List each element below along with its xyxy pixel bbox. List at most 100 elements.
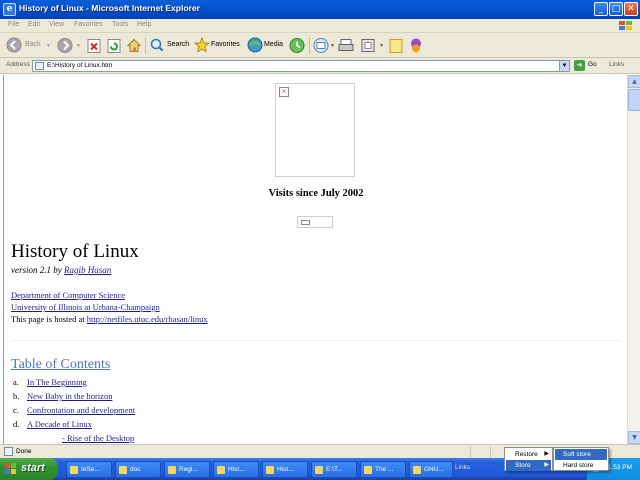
- print-button[interactable]: [338, 37, 354, 54]
- toc-heading[interactable]: Table of Contents: [11, 357, 110, 373]
- author-link[interactable]: Ragib Hasan: [64, 265, 111, 275]
- toc-marker: a.: [13, 377, 19, 387]
- version-text: version 2.1 by: [11, 265, 64, 275]
- search-button[interactable]: Search: [149, 37, 191, 54]
- scroll-up-icon[interactable]: ▲: [628, 75, 640, 88]
- back-button[interactable]: Back: [6, 37, 46, 54]
- forward-button[interactable]: [57, 37, 73, 54]
- taskbar-button[interactable]: The ...: [360, 461, 406, 478]
- toolbar: Back ▼ ▼ Search Favorites Media ▼ ▼: [0, 33, 640, 58]
- scroll-thumb[interactable]: [628, 89, 640, 111]
- horizontal-rule: [11, 340, 621, 341]
- hit-counter-image: [297, 216, 333, 228]
- ie-icon: [217, 466, 225, 474]
- back-arrow-icon: [6, 37, 22, 53]
- hosted-line: This page is hosted at http://netfiles.u…: [11, 314, 208, 324]
- go-button[interactable]: Go: [588, 61, 597, 68]
- start-label: start: [21, 462, 45, 474]
- taskbar-button[interactable]: Hist...: [262, 461, 308, 478]
- toc-link[interactable]: New Baby in the horizon: [27, 391, 112, 401]
- menu-item-soft-store[interactable]: Soft store: [555, 449, 607, 460]
- menu-help[interactable]: Help: [137, 21, 151, 28]
- univ-line: University of Illinois at Urbana-Champai…: [11, 302, 160, 312]
- toc-sub-link[interactable]: - Rise of the Desktop: [62, 433, 134, 443]
- toc-marker: c.: [13, 405, 19, 415]
- taskbar-button[interactable]: doc: [115, 461, 161, 478]
- submenu: Soft store Hard store: [553, 447, 609, 471]
- home-button[interactable]: [126, 37, 142, 54]
- favorites-button[interactable]: Favorites: [194, 37, 242, 54]
- page-done-icon: [4, 447, 13, 456]
- address-label: Address: [6, 61, 30, 68]
- menu-edit[interactable]: Edit: [28, 21, 40, 28]
- page-content: × Visits since July 2002 History of Linu…: [3, 75, 627, 444]
- toolbar-separator: [309, 37, 310, 54]
- context-menu: Restore ▶ Store ▶: [504, 447, 553, 471]
- toc-item: b. New Baby in the horizon: [13, 391, 112, 401]
- dept-link[interactable]: Department of Computer Science: [11, 290, 125, 300]
- menu-tools[interactable]: Tools: [112, 21, 128, 28]
- menu-file[interactable]: File: [8, 21, 19, 28]
- toc-item: d. A Decade of Linux: [13, 419, 92, 429]
- ie-icon: [364, 466, 372, 474]
- scroll-down-icon[interactable]: ▼: [628, 431, 640, 444]
- edit-button[interactable]: [361, 37, 375, 54]
- menu-view[interactable]: View: [49, 21, 64, 28]
- toc-marker: d.: [13, 419, 20, 429]
- task-icon: [70, 466, 78, 474]
- broken-image: ×: [275, 83, 355, 177]
- windows-flag-icon: [5, 463, 16, 474]
- hosted-url-link[interactable]: http://netfiles.uiuc.edu/rhasan/linux: [87, 314, 208, 324]
- title-bar: e History of Linux - Microsoft Internet …: [0, 0, 640, 19]
- folder-icon: [119, 466, 127, 474]
- menu-item-hard-store[interactable]: Hard store: [555, 460, 607, 471]
- maximize-button[interactable]: □: [609, 2, 623, 16]
- address-dropdown-icon[interactable]: ▼: [559, 61, 569, 71]
- ie-icon: [266, 466, 274, 474]
- discuss-button[interactable]: [389, 37, 403, 54]
- submenu-arrow-icon: ▶: [544, 462, 549, 468]
- visits-heading: Visits since July 2002: [268, 188, 364, 199]
- toc-subitem: - Rise of the Desktop: [62, 433, 134, 443]
- toc-link[interactable]: A Decade of Linux: [27, 419, 92, 429]
- page-icon: [35, 62, 44, 70]
- task-icon: [168, 466, 176, 474]
- taskbar-button[interactable]: Hist...: [213, 461, 259, 478]
- toc-link[interactable]: Confrontation and development: [27, 405, 135, 415]
- clock[interactable]: 1:53 PM: [608, 464, 632, 471]
- taskbar-button[interactable]: Regi...: [164, 461, 210, 478]
- taskbar-button[interactable]: GNU...: [409, 461, 453, 478]
- broken-image-icon: [301, 220, 310, 225]
- toc-link[interactable]: In The Beginning: [27, 377, 87, 387]
- status-text: Done: [16, 448, 32, 455]
- page-title: History of Linux: [11, 241, 139, 262]
- address-bar: Address E:\History of Linux.htm ▼ ➜ Go L…: [0, 58, 640, 74]
- taskbar-button[interactable]: IeSe...: [66, 461, 112, 478]
- mail-button[interactable]: [313, 37, 329, 54]
- refresh-button[interactable]: [107, 37, 121, 54]
- start-button[interactable]: start: [0, 458, 58, 480]
- taskbar-button[interactable]: E:\T...: [311, 461, 357, 478]
- menu-item-store[interactable]: Store ▶: [506, 460, 551, 471]
- address-input[interactable]: E:\History of Linux.htm ▼: [32, 60, 570, 72]
- toc-marker: b.: [13, 391, 20, 401]
- search-icon: [150, 38, 164, 52]
- ie-icon: [315, 466, 323, 474]
- stop-button[interactable]: [87, 37, 101, 54]
- menu-favorites[interactable]: Favorites: [74, 21, 103, 28]
- dept-line: Department of Computer Science: [11, 290, 125, 300]
- menu-item-restore[interactable]: Restore ▶: [506, 449, 551, 460]
- messenger-button[interactable]: [408, 37, 424, 54]
- media-button[interactable]: Media: [247, 37, 285, 54]
- links-button[interactable]: Links: [609, 61, 624, 68]
- vertical-scrollbar[interactable]: ▲ ▼: [627, 75, 640, 444]
- toc-item: a. In The Beginning: [13, 377, 87, 387]
- minimize-button[interactable]: _: [594, 2, 608, 16]
- history-button[interactable]: [289, 37, 305, 54]
- media-icon: [247, 37, 263, 53]
- close-button[interactable]: ✕: [624, 2, 638, 16]
- go-arrow-icon[interactable]: ➜: [574, 60, 585, 71]
- taskbar-links-toolbar[interactable]: Links: [455, 464, 470, 471]
- univ-link[interactable]: University of Illinois at Urbana-Champai…: [11, 302, 160, 312]
- menu-bar: File Edit View Favorites Tools Help: [0, 19, 640, 33]
